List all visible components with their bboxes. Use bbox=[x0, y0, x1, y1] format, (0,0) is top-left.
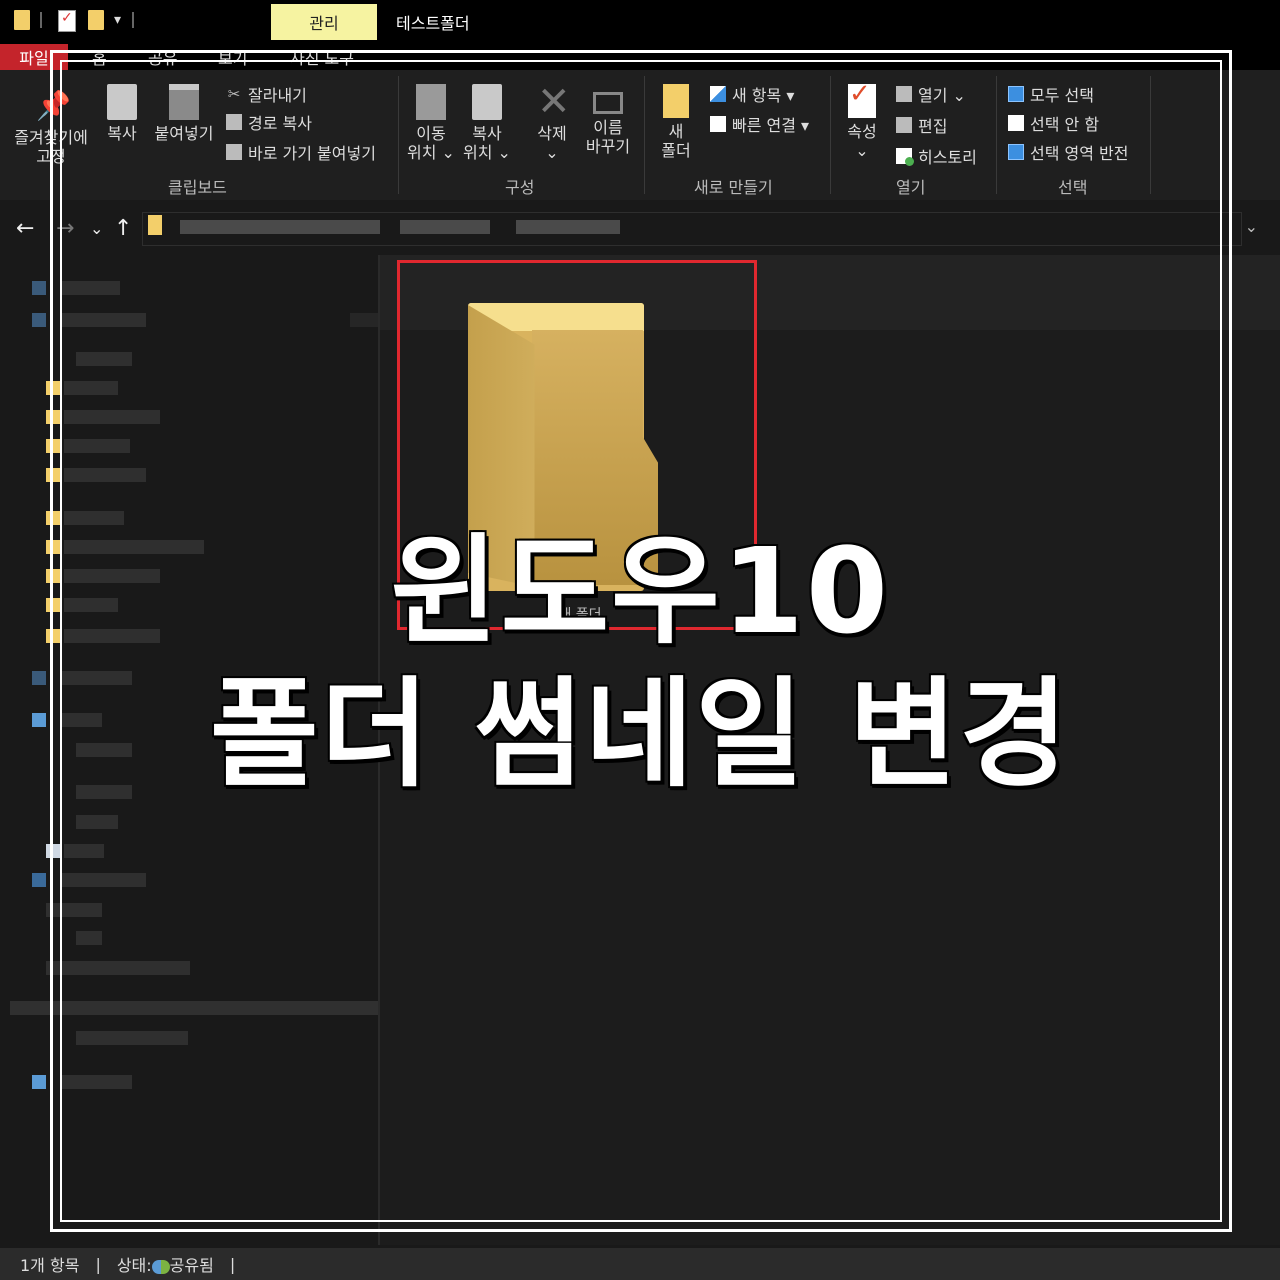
customize-quick-access-icon[interactable]: ▾ bbox=[114, 12, 121, 28]
item-count: 1개 항목 bbox=[20, 1256, 80, 1275]
shared-users-icon bbox=[151, 1259, 170, 1274]
window-title: 테스트폴더 bbox=[396, 14, 470, 33]
network-icon bbox=[32, 1075, 46, 1089]
status-state-label: 상태: bbox=[116, 1256, 152, 1275]
status-separator: | bbox=[229, 1254, 236, 1274]
nav-item-icon bbox=[32, 873, 46, 887]
address-dropdown-chevron-icon[interactable]: ⌄ bbox=[1245, 217, 1258, 236]
nav-item-icon bbox=[32, 313, 46, 327]
overlay-title-line2: 폴더 썸네일 변경 bbox=[209, 665, 1071, 803]
nav-item-icon bbox=[32, 281, 46, 295]
status-bar: 1개 항목 | 상태: 공유됨 | bbox=[0, 1248, 1280, 1280]
new-folder-icon[interactable] bbox=[88, 10, 104, 30]
separator bbox=[40, 12, 42, 28]
properties-icon[interactable] bbox=[58, 10, 76, 32]
separator bbox=[132, 12, 134, 28]
manage-context-tab[interactable]: 관리 bbox=[271, 4, 377, 40]
status-label: 상태: 공유됨 bbox=[117, 1252, 214, 1276]
title-bar: ▾ 관리 테스트폴더 bbox=[0, 0, 1280, 42]
status-shared-value: 공유됨 bbox=[169, 1256, 214, 1275]
back-arrow-icon[interactable]: ← bbox=[16, 216, 34, 241]
status-separator: | bbox=[95, 1254, 101, 1274]
folder-icon[interactable] bbox=[14, 10, 30, 30]
